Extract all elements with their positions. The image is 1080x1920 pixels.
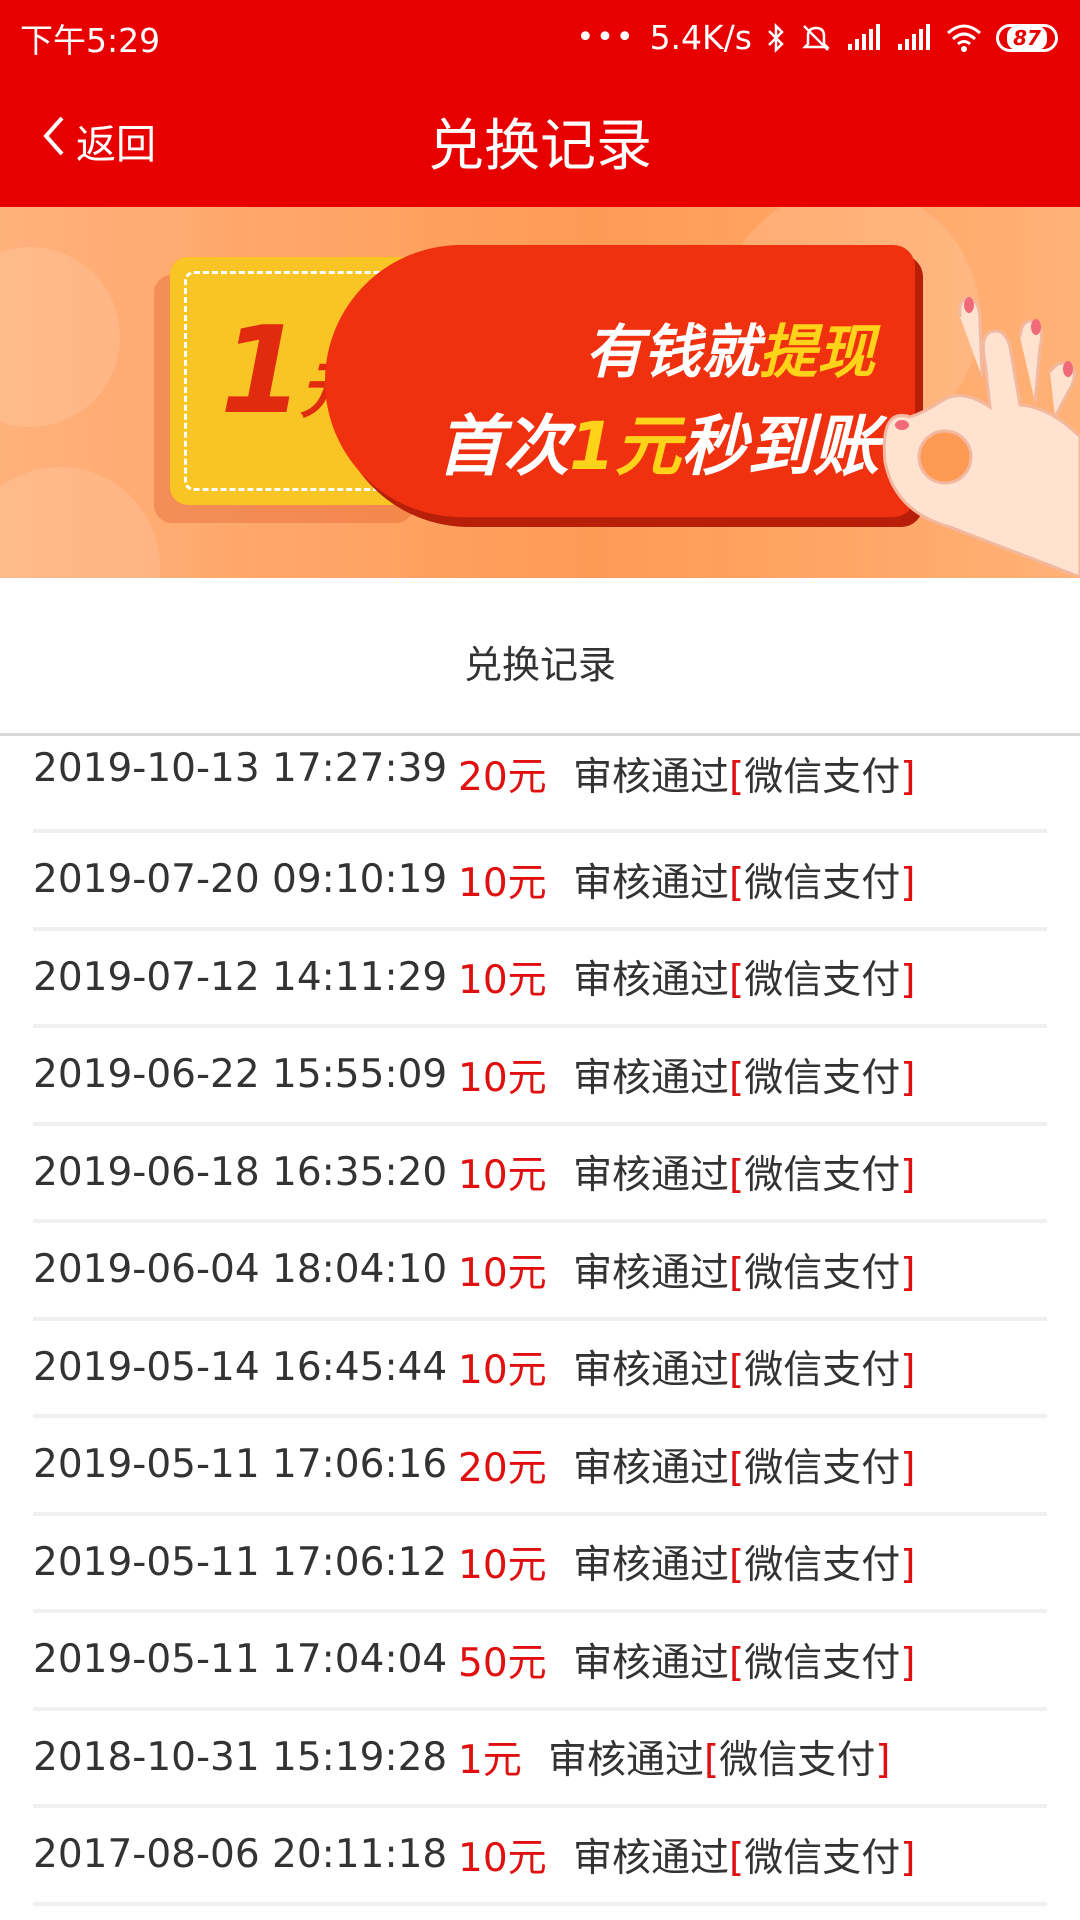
record-time: 2019-07-20 09:10:19	[33, 857, 448, 903]
banner-ribbon: 有钱就提现 首次1元秒到账	[325, 245, 915, 517]
record-amount: 10元	[458, 1543, 547, 1589]
record-time: 2019-06-22 15:55:09	[33, 1052, 448, 1098]
banner-subheadline: 首次1元秒到账	[437, 408, 879, 485]
record-row: 2019-05-11 17:06:16 20元 审核通过[微信支付]	[33, 1418, 1047, 1516]
record-status: 审核通过[微信支付]	[573, 1640, 916, 1686]
record-status: 审核通过[微信支付]	[573, 1250, 916, 1296]
mute-icon	[800, 22, 832, 54]
record-time: 2019-05-11 17:06:16	[33, 1442, 448, 1488]
record-amount: 50元	[458, 1640, 547, 1686]
record-status: 审核通过[微信支付]	[548, 1738, 891, 1784]
record-amount: 1元	[458, 1738, 522, 1784]
record-amount: 10元	[458, 1153, 547, 1199]
record-row: 2019-05-11 17:04:04 50元 审核通过[微信支付]	[33, 1613, 1047, 1711]
record-row: 2017-08-06 20:11:18 10元 审核通过[微信支付]	[33, 1808, 1047, 1906]
status-bar: 下午5:29 ••• 5.4K/s 87	[0, 0, 1080, 75]
bluetooth-icon	[766, 22, 786, 54]
record-time: 2018-10-31 15:19:28	[33, 1734, 448, 1780]
back-label: 返回	[76, 122, 156, 168]
status-icons: ••• 5.4K/s 87	[576, 18, 1058, 57]
signal-icon	[846, 23, 882, 52]
title-bar: 返回 兑换记录	[0, 75, 1080, 207]
signal-icon	[896, 23, 932, 52]
record-amount: 10元	[458, 1835, 547, 1881]
record-time: 2019-07-12 14:11:29	[33, 954, 448, 1000]
record-amount: 20元	[458, 1445, 547, 1491]
more-dots: •••	[576, 20, 636, 55]
record-status: 审核通过[微信支付]	[573, 958, 916, 1004]
record-list[interactable]: 2019-10-13 17:27:39 20元 审核通过[微信支付] 2019-…	[0, 738, 1080, 1906]
banner-decoration	[0, 467, 160, 578]
record-row: 2019-06-18 16:35:20 10元 审核通过[微信支付]	[33, 1126, 1047, 1223]
record-time: 2019-06-18 16:35:20	[33, 1149, 448, 1195]
record-row: 2019-05-14 16:45:44 10元 审核通过[微信支付]	[33, 1321, 1047, 1418]
record-amount: 10元	[458, 860, 547, 906]
record-status: 审核通过[微信支付]	[573, 860, 916, 906]
record-amount: 20元	[458, 755, 547, 800]
record-status: 审核通过[微信支付]	[573, 1153, 916, 1199]
record-time: 2019-05-11 17:06:12	[33, 1539, 448, 1585]
record-time: 2017-08-06 20:11:18	[33, 1832, 448, 1878]
record-status: 审核通过[微信支付]	[573, 1835, 916, 1881]
record-amount: 10元	[458, 958, 547, 1004]
record-row: 2019-06-04 18:04:10 10元 审核通过[微信支付]	[33, 1223, 1047, 1321]
record-time: 2019-10-13 17:27:39	[33, 746, 448, 791]
record-status: 审核通过[微信支付]	[573, 1055, 916, 1101]
record-amount: 10元	[458, 1250, 547, 1296]
record-row: 2019-07-12 14:11:29 10元 审核通过[微信支付]	[33, 931, 1047, 1028]
record-amount: 10元	[458, 1348, 547, 1394]
status-time: 下午5:29	[20, 20, 161, 60]
record-row: 2019-06-22 15:55:09 10元 审核通过[微信支付]	[33, 1028, 1047, 1126]
chevron-left-icon	[40, 114, 68, 168]
record-status: 审核通过[微信支付]	[573, 1348, 916, 1394]
record-time: 2019-05-11 17:04:04	[33, 1637, 448, 1683]
banner-headline: 有钱就提现	[584, 318, 875, 386]
record-time: 2019-05-14 16:45:44	[33, 1344, 448, 1390]
record-status: 审核通过[微信支付]	[573, 1445, 916, 1491]
battery-icon: 87	[996, 23, 1058, 52]
page-title: 兑换记录	[428, 113, 652, 179]
record-status: 审核通过[微信支付]	[573, 755, 916, 800]
ok-hand-icon	[840, 287, 1080, 578]
promo-banner[interactable]: 1元 有钱就提现 首次1元秒到账	[0, 207, 1080, 578]
battery-level: 87	[1007, 25, 1047, 50]
record-time: 2019-06-04 18:04:10	[33, 1247, 448, 1293]
records-section-title: 兑换记录	[0, 590, 1080, 736]
wifi-icon	[946, 23, 982, 53]
record-row: 2019-05-11 17:06:12 10元 审核通过[微信支付]	[33, 1516, 1047, 1613]
record-status: 审核通过[微信支付]	[573, 1543, 916, 1589]
record-row: 2019-07-20 09:10:19 10元 审核通过[微信支付]	[33, 833, 1047, 931]
record-amount: 10元	[458, 1055, 547, 1101]
network-speed: 5.4K/s	[649, 18, 752, 57]
banner-decoration	[0, 247, 120, 427]
record-row: 2019-10-13 17:27:39 20元 审核通过[微信支付]	[33, 738, 1047, 833]
back-button[interactable]: 返回	[40, 75, 156, 207]
record-row: 2018-10-31 15:19:28 1元 审核通过[微信支付]	[33, 1711, 1047, 1808]
